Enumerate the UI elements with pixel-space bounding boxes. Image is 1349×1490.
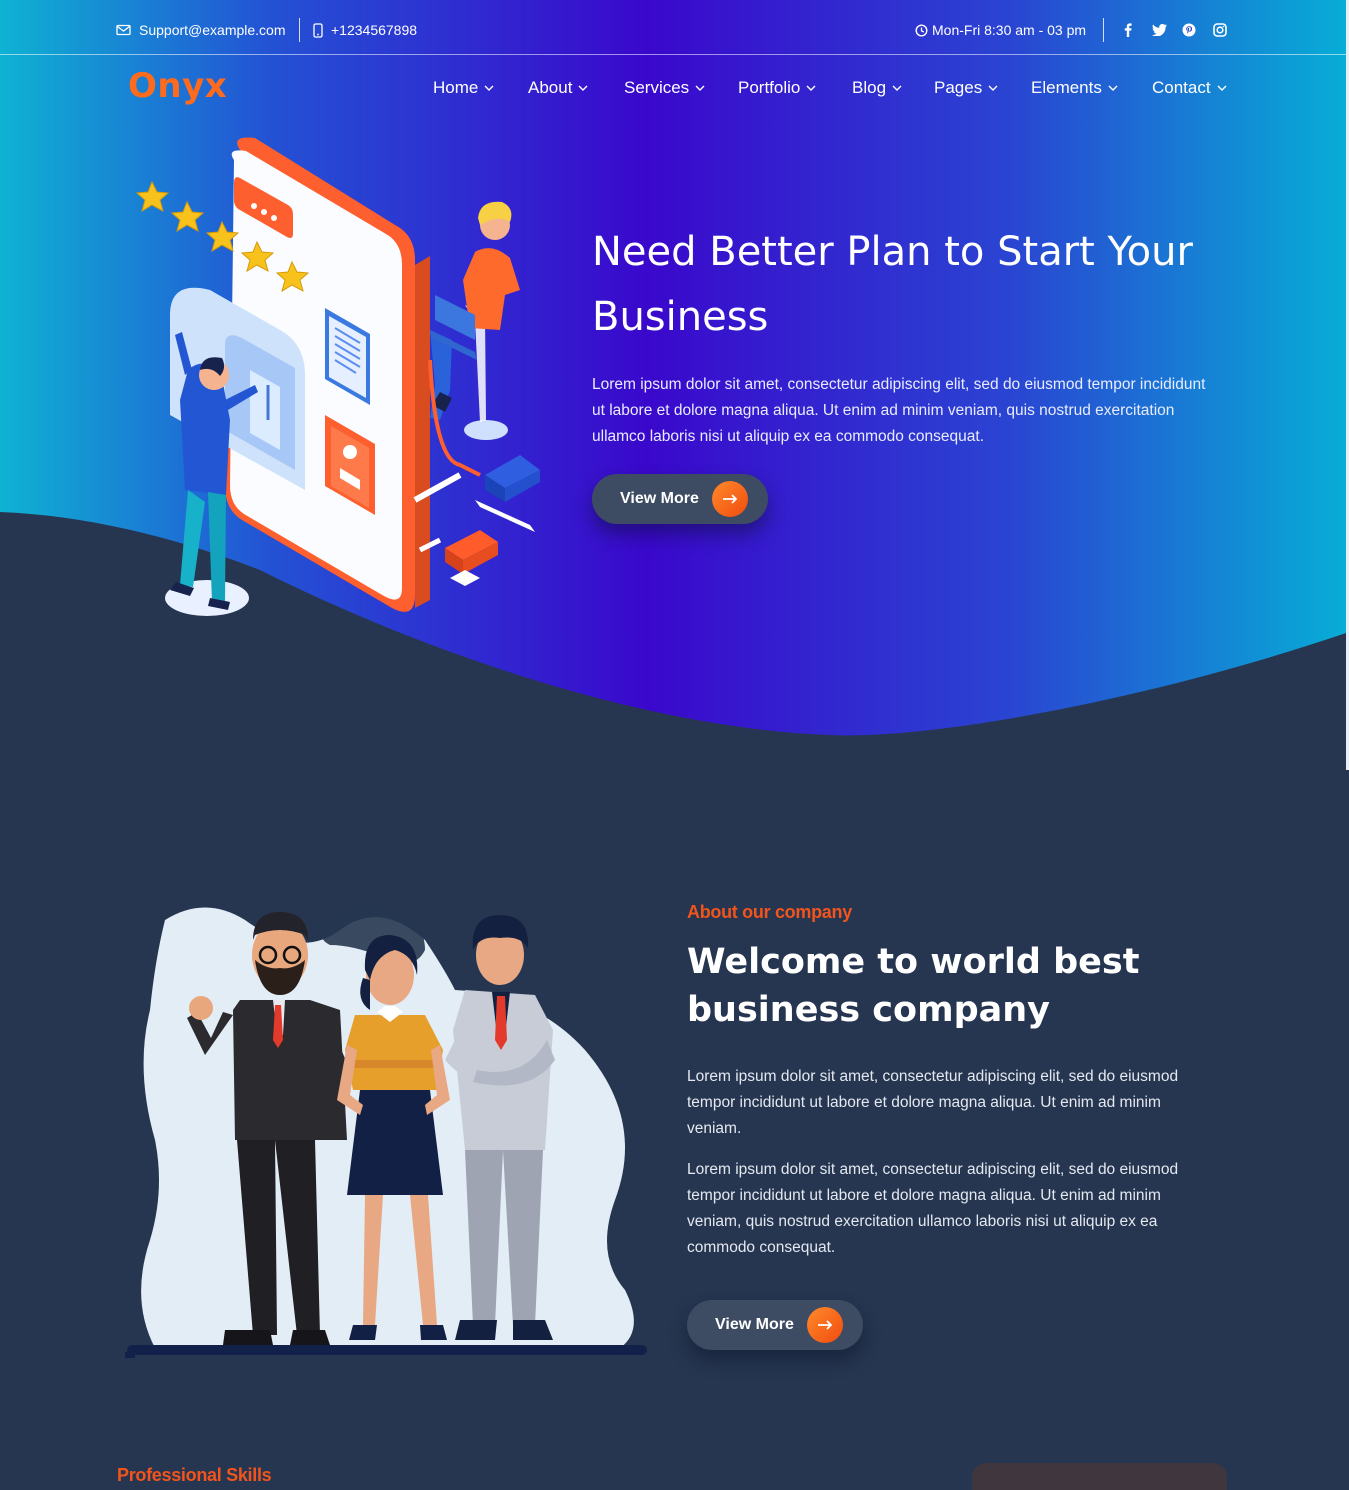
chevron-down-icon — [578, 85, 588, 91]
phone-icon — [313, 22, 323, 38]
hero-description: Lorem ipsum dolor sit amet, consectetur … — [592, 376, 1206, 445]
nav-pages[interactable]: Pages — [934, 77, 998, 99]
hero-view-more-button[interactable]: View More — [592, 474, 768, 524]
button-label: View More — [620, 490, 699, 507]
instagram-link[interactable] — [1211, 20, 1229, 40]
about-view-more-button[interactable]: View More — [687, 1300, 863, 1350]
chevron-down-icon — [1217, 85, 1227, 91]
main-navbar: Onyx Home About Services Portfolio Blog … — [0, 56, 1349, 120]
email-contact[interactable]: Support@example.com — [116, 20, 286, 40]
chevron-down-icon — [988, 85, 998, 91]
nav-label: Home — [433, 78, 479, 97]
chevron-down-icon — [1108, 85, 1118, 91]
divider — [1103, 18, 1104, 42]
hero-illustration — [135, 137, 540, 616]
mail-icon — [116, 24, 131, 36]
clock-icon — [915, 23, 928, 37]
facebook-icon — [1124, 23, 1132, 37]
about-paragraph-2: Lorem ipsum dolor sit amet, consectetur … — [687, 1161, 1179, 1256]
nav-home[interactable]: Home — [433, 77, 494, 99]
nav-contact[interactable]: Contact — [1152, 77, 1227, 99]
twitter-icon — [1151, 24, 1167, 36]
nav-about[interactable]: About — [528, 77, 588, 99]
business-hours: Mon-Fri 8:30 am - 03 pm — [915, 20, 1086, 40]
nav-services[interactable]: Services — [624, 77, 705, 99]
pinterest-icon — [1182, 23, 1196, 37]
brand-logo[interactable]: Onyx — [128, 66, 227, 106]
nav-label: Contact — [1152, 78, 1211, 97]
skills-card — [972, 1463, 1227, 1490]
chevron-down-icon — [892, 85, 902, 91]
nav-label: Blog — [852, 78, 887, 97]
email-text: Support@example.com — [139, 22, 286, 38]
arrow-right-icon — [807, 1307, 843, 1343]
skills-tag: Professional Skills — [117, 1465, 272, 1485]
nav-elements[interactable]: Elements — [1031, 77, 1118, 99]
about-paragraph-1: Lorem ipsum dolor sit amet, consectetur … — [687, 1068, 1179, 1137]
nav-label: Portfolio — [738, 78, 801, 97]
top-bar: Support@example.com +1234567898 Mon-Fri … — [0, 0, 1349, 55]
nav-portfolio[interactable]: Portfolio — [738, 77, 816, 99]
hero-section: Support@example.com +1234567898 Mon-Fri … — [0, 0, 1349, 760]
nav-label: Pages — [934, 78, 983, 97]
chevron-down-icon — [806, 85, 816, 91]
team-illustration — [125, 905, 647, 1358]
divider — [299, 18, 300, 42]
twitter-link[interactable] — [1150, 20, 1168, 40]
nav-label: About — [528, 78, 573, 97]
about-title: Welcome to world best business company — [687, 942, 1140, 1030]
hours-text: Mon-Fri 8:30 am - 03 pm — [932, 22, 1087, 38]
phone-text: +1234567898 — [331, 22, 418, 38]
nav-label: Elements — [1031, 78, 1102, 97]
phone-contact[interactable]: +1234567898 — [313, 20, 417, 40]
instagram-icon — [1213, 23, 1227, 37]
pinterest-link[interactable] — [1180, 20, 1198, 40]
nav-label: Services — [624, 78, 690, 97]
button-label: View More — [715, 1316, 794, 1333]
facebook-link[interactable] — [1119, 20, 1137, 40]
chevron-down-icon — [484, 85, 494, 91]
chevron-down-icon — [695, 85, 705, 91]
about-tag: About our company — [687, 902, 852, 922]
hero-title: Need Better Plan to Start Your Business — [592, 229, 1193, 340]
nav-blog[interactable]: Blog — [852, 77, 902, 99]
arrow-right-icon — [712, 481, 748, 517]
